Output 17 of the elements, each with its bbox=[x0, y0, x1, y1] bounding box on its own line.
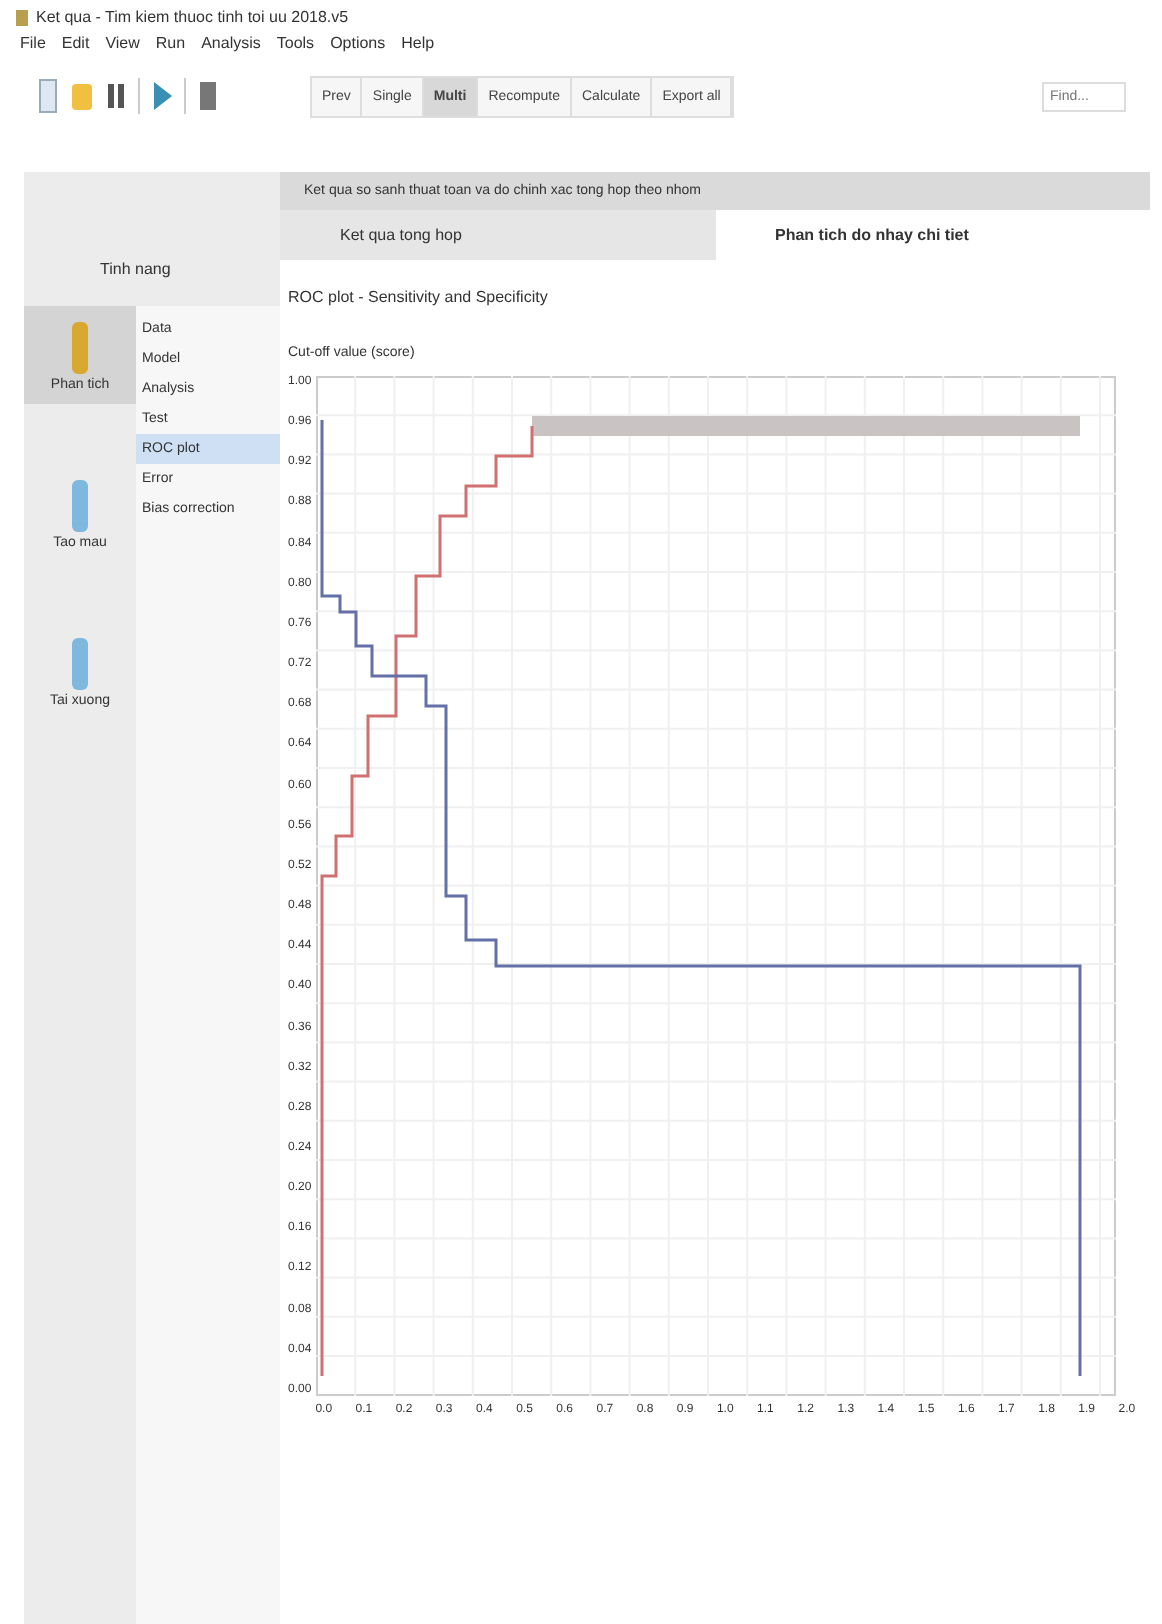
menu-item[interactable]: Analysis bbox=[201, 34, 261, 52]
chart-heading: ROC plot - Sensitivity and Specificity bbox=[288, 288, 550, 306]
play-icon[interactable] bbox=[150, 76, 174, 116]
menu-item[interactable]: Run bbox=[155, 34, 186, 52]
sidebar-title: Tinh nang bbox=[98, 258, 173, 282]
window-title: Ket qua - Tim kiem thuoc tinh toi uu 2018.v5 bbox=[36, 8, 349, 26]
menu-item[interactable]: Options bbox=[330, 34, 386, 52]
menu-item[interactable]: View bbox=[105, 34, 140, 52]
tab[interactable]: Phan tich do nhay chi tiet bbox=[715, 210, 1150, 260]
file-icon[interactable] bbox=[36, 76, 60, 116]
menu-item[interactable]: Tools bbox=[276, 34, 315, 52]
stop-icon[interactable] bbox=[196, 76, 220, 116]
menu-item[interactable]: Help bbox=[401, 34, 435, 52]
app-icon bbox=[16, 9, 28, 25]
menu-item[interactable]: Edit bbox=[61, 34, 90, 52]
menu-item[interactable]: File bbox=[20, 34, 46, 52]
tab[interactable]: Ket qua tong hop bbox=[280, 210, 715, 260]
